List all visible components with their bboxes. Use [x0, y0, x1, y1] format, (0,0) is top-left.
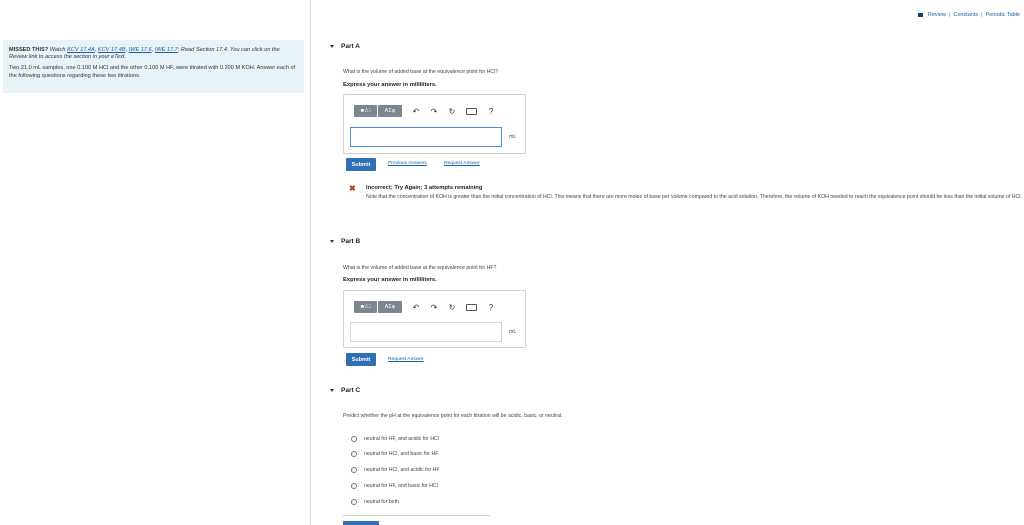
reset-icon[interactable]: ↻	[448, 107, 456, 116]
option-5[interactable]: neutral for both	[351, 499, 399, 505]
radio-button[interactable]	[351, 467, 357, 473]
help-icon[interactable]: ?	[487, 303, 495, 312]
option-label: neutral for HCl, and basic for HF	[364, 451, 439, 457]
missed-watch: Watch	[49, 47, 66, 53]
option-label: neutral for HCl, and acidic for HF	[364, 467, 440, 473]
radio-button[interactable]	[351, 483, 357, 489]
link-iwe-17-7[interactable]: IWE 17.7	[155, 47, 178, 53]
part-b-answer-box: ■√□ AΣφ ↶ ↷ ↻ ? mL	[343, 290, 526, 348]
redo-icon[interactable]: ↷	[430, 303, 438, 312]
collapse-triangle-icon	[330, 240, 334, 243]
link-kcv-17-4a[interactable]: KCV 17.4A	[67, 47, 95, 53]
part-c-question: Predict whether the pH at the equivalenc…	[343, 413, 563, 419]
part-b-answer-input[interactable]	[350, 322, 502, 342]
option-label: neutral for HF, and acidic for HCl	[364, 436, 439, 442]
part-b-toolbar: ■√□ AΣφ ↶ ↷ ↻ ?	[354, 301, 495, 313]
part-b-request-answer-link[interactable]: Request Answer	[388, 357, 424, 362]
feedback-title: Incorrect; Try Again; 3 attempts remaini…	[366, 185, 483, 191]
part-b-unit: mL	[509, 329, 517, 335]
collapse-triangle-icon	[330, 389, 334, 392]
option-label: neutral for both	[364, 499, 399, 505]
incorrect-icon: ✖	[349, 184, 356, 193]
undo-icon[interactable]: ↶	[412, 107, 420, 116]
option-2[interactable]: neutral for HCl, and basic for HF	[351, 451, 438, 457]
part-c-header[interactable]: Part C	[330, 387, 360, 394]
part-c-submit-button[interactable]	[343, 521, 379, 525]
part-c-options: neutral for HF, and acidic for HCl neutr…	[343, 430, 490, 516]
missed-title: MISSED THIS?	[9, 47, 49, 53]
option-4[interactable]: neutral for HF, and basic for HCl	[351, 483, 438, 489]
part-b-instruction: Express your answer in milliliters.	[343, 277, 437, 283]
part-a-label: Part A	[341, 43, 360, 50]
part-a-submit-button[interactable]: Submit	[346, 158, 376, 171]
link-kcv-17-4b[interactable]: KCV 17.4B	[98, 47, 126, 53]
missed-this-box: MISSED THIS? Watch KCV 17.4A, KCV 17.4B,…	[3, 40, 304, 93]
part-b-label: Part B	[341, 238, 361, 245]
keyboard-icon[interactable]	[466, 303, 477, 311]
radio-button[interactable]	[351, 499, 357, 505]
redo-icon[interactable]: ↷	[430, 107, 438, 116]
part-a-format-buttons: ■√□ AΣφ	[354, 105, 402, 117]
radio-button[interactable]	[351, 451, 357, 457]
option-label: neutral for HF, and basic for HCl	[364, 483, 438, 489]
part-c-label: Part C	[341, 387, 361, 394]
part-a-header[interactable]: Part A	[330, 43, 360, 50]
undo-icon[interactable]: ↶	[412, 303, 420, 312]
main-content: Part A What is the volume of added base …	[311, 0, 1024, 525]
reset-icon[interactable]: ↻	[448, 303, 456, 312]
option-3[interactable]: neutral for HCl, and acidic for HF	[351, 467, 440, 473]
help-icon[interactable]: ?	[487, 107, 495, 116]
keyboard-icon[interactable]	[466, 107, 477, 115]
part-b-format-buttons: ■√□ AΣφ	[354, 301, 402, 313]
left-panel: MISSED THIS? Watch KCV 17.4A, KCV 17.4B,…	[0, 0, 311, 525]
greek-symbols-button[interactable]: AΣφ	[378, 105, 402, 117]
radio-button[interactable]	[351, 436, 357, 442]
problem-statement: Two 21.0 mL samples, one 0.100 M HCl and…	[9, 65, 296, 79]
link-iwe-17-6[interactable]: IWE 17.6	[129, 47, 152, 53]
option-1[interactable]: neutral for HF, and acidic for HCl	[351, 436, 439, 442]
part-a-answer-box: ■√□ AΣφ ↶ ↷ ↻ ? mL	[343, 94, 526, 154]
feedback-body: Note that the concentration of KOH is gr…	[366, 194, 1022, 200]
part-a-request-answer-link[interactable]: Request Answer	[444, 161, 480, 166]
collapse-triangle-icon	[330, 45, 334, 48]
missed-this-text: MISSED THIS? Watch KCV 17.4A, KCV 17.4B,…	[9, 47, 280, 60]
part-a-unit: mL	[509, 134, 517, 140]
greek-symbols-button[interactable]: AΣφ	[378, 301, 402, 313]
part-a-toolbar: ■√□ AΣφ ↶ ↷ ↻ ?	[354, 105, 495, 117]
part-a-question: What is the volume of added base at the …	[343, 69, 499, 75]
part-a-instruction: Express your answer in milliliters.	[343, 82, 437, 88]
part-b-question: What is the volume of added base at the …	[343, 265, 497, 271]
templates-button[interactable]: ■√□	[354, 105, 377, 117]
part-b-header[interactable]: Part B	[330, 238, 360, 245]
templates-button[interactable]: ■√□	[354, 301, 377, 313]
part-b-submit-button[interactable]: Submit	[346, 353, 376, 366]
previous-answers-link[interactable]: Previous Answers	[388, 161, 427, 166]
part-a-answer-input[interactable]	[350, 127, 502, 147]
